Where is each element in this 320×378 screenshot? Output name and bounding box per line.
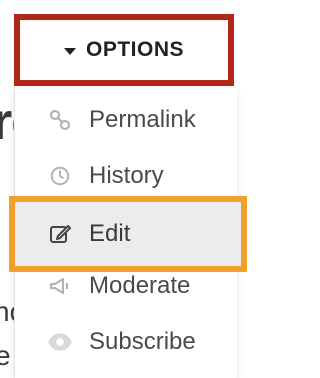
megaphone-icon bbox=[47, 273, 73, 299]
menu-item-subscribe[interactable]: Subscribe bbox=[15, 314, 237, 370]
options-label: OPTIONS bbox=[85, 38, 184, 61]
options-menu: Permalink History Edit Moderate Subscrib… bbox=[9, 88, 247, 378]
link-icon bbox=[47, 107, 73, 133]
caret-down-icon bbox=[63, 47, 76, 55]
menu-item-label: History bbox=[89, 162, 164, 189]
menu-item-edit[interactable]: Edit bbox=[9, 196, 247, 272]
menu-item-label: Moderate bbox=[89, 272, 191, 299]
menu-item-moderate[interactable]: Moderate bbox=[15, 258, 237, 314]
menu-item-label: Edit bbox=[89, 220, 131, 247]
menu-item-label: Permalink bbox=[89, 106, 196, 133]
menu-item-permalink[interactable]: Permalink bbox=[15, 92, 237, 148]
eye-icon bbox=[47, 329, 73, 355]
edit-icon bbox=[47, 221, 73, 247]
background-text-fragment: e bbox=[0, 340, 11, 371]
clock-icon bbox=[47, 163, 73, 189]
menu-item-label: Subscribe bbox=[89, 328, 196, 355]
options-dropdown-button[interactable]: OPTIONS bbox=[14, 14, 234, 86]
